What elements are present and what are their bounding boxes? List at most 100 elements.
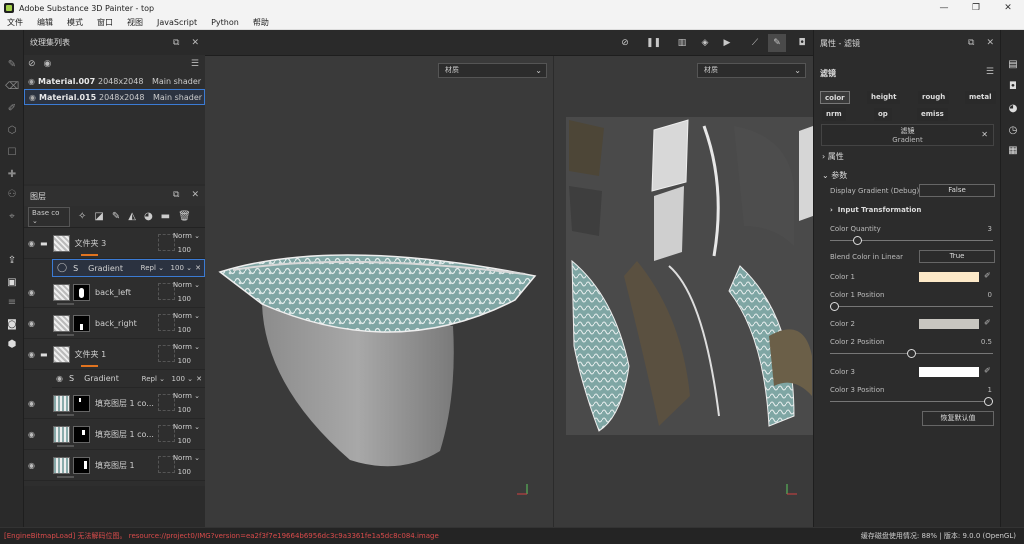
layer-row[interactable]: ◉ 填充图层 1 Norm ⌄ 100: [24, 450, 205, 481]
channel-chip-op[interactable]: op: [874, 108, 892, 121]
color2-eyedropper-icon[interactable]: ✐: [984, 318, 991, 327]
opacity-value[interactable]: 100: [178, 437, 191, 445]
channel-chip-rough[interactable]: rough: [918, 91, 950, 104]
log-icon[interactable]: ▦: [1006, 144, 1020, 158]
hide-icon[interactable]: ⊘: [618, 36, 632, 50]
color1-eyedropper-icon[interactable]: ✐: [984, 271, 991, 280]
3d-viewport[interactable]: 材质 ⌄: [205, 56, 553, 527]
channel-chip-color[interactable]: color: [820, 91, 850, 104]
filter-visibility-icon[interactable]: ◯: [57, 263, 67, 273]
eye-icon[interactable]: ◉: [28, 399, 35, 408]
geometry-fill-tool-icon[interactable]: ⬡: [5, 124, 19, 138]
channel-chip-emiss[interactable]: emiss: [917, 108, 948, 121]
remove-filter-icon[interactable]: ✕: [981, 130, 988, 139]
screenshot-camera-icon[interactable]: ◘: [795, 36, 809, 50]
texture-set-settings-icon[interactable]: ▤: [1006, 58, 1020, 72]
opacity-value[interactable]: 100: [178, 326, 191, 334]
color3-eyedropper-icon[interactable]: ✐: [984, 366, 991, 375]
filter-close-icon[interactable]: ✕: [195, 264, 201, 272]
color1-swatch[interactable]: [919, 272, 979, 282]
blend-linear-toggle[interactable]: True: [919, 250, 995, 263]
camera-video-icon[interactable]: ▶: [720, 36, 734, 50]
layer-row[interactable]: ◉ back_left Norm ⌄ 100: [24, 277, 205, 308]
color2-position-slider[interactable]: [830, 349, 993, 358]
display-gradient-toggle[interactable]: False: [919, 184, 995, 197]
color3-swatch[interactable]: [919, 367, 979, 377]
delete-layer-icon[interactable]: 🗑: [178, 211, 191, 222]
add-paint-layer-icon[interactable]: ✎: [112, 211, 120, 222]
pause-icon[interactable]: ❚❚: [646, 36, 661, 50]
smudge-tool-icon[interactable]: ☐: [5, 146, 19, 160]
menu-python[interactable]: Python: [204, 18, 246, 27]
display-settings-icon[interactable]: ◘: [1006, 80, 1020, 94]
input-transformation-section[interactable]: › Input Transformation: [830, 206, 921, 214]
add-fill-layer-icon[interactable]: ◭: [128, 211, 136, 222]
color2-position-slider-handle[interactable]: [907, 349, 916, 358]
color1-position-slider-handle[interactable]: [830, 302, 839, 311]
brush-settings-icon[interactable]: ⟋: [748, 36, 762, 50]
blend-mode[interactable]: Norm ⌄: [173, 281, 200, 289]
eye-icon[interactable]: ◉: [28, 319, 35, 328]
eye-icon[interactable]: ◉: [28, 77, 38, 86]
eye-icon[interactable]: ◉: [28, 430, 35, 439]
opacity-value[interactable]: 100: [178, 246, 191, 254]
menu-mode[interactable]: 模式: [60, 17, 90, 28]
channel-chip-metal[interactable]: metal: [965, 91, 996, 104]
add-folder-icon[interactable]: ▬: [161, 211, 170, 222]
menu-window[interactable]: 窗口: [90, 17, 120, 28]
paint-mode-icon[interactable]: ✎: [768, 34, 786, 52]
color1-position-slider[interactable]: [830, 302, 993, 311]
export-icon[interactable]: ⇪: [5, 254, 19, 268]
parameters-section[interactable]: ⌄ 参数: [822, 170, 847, 181]
close-panel-icon[interactable]: ✕: [191, 38, 199, 48]
history-icon[interactable]: ◷: [1006, 124, 1020, 138]
eye-icon[interactable]: ◉: [28, 288, 35, 297]
color-quantity-slider[interactable]: [830, 236, 993, 245]
display-settings-icon[interactable]: ◙: [5, 318, 19, 332]
menu-edit[interactable]: 编辑: [30, 17, 60, 28]
layer-row-folder[interactable]: ◉ ▬ 文件夹 1 Norm ⌄ 100: [24, 339, 205, 370]
float-panel-icon[interactable]: ⧉: [173, 38, 179, 48]
visibility-icon[interactable]: ◉: [44, 59, 52, 69]
layer-row[interactable]: ◉ 填充图层 1 co... Norm ⌄ 100: [24, 419, 205, 450]
filter-opacity[interactable]: 100 ⌄: [171, 264, 192, 272]
clone-tool-icon[interactable]: ✚: [5, 168, 19, 182]
attributes-section[interactable]: › 属性: [822, 151, 844, 162]
shelf-icon[interactable]: ⬢: [5, 338, 19, 352]
picker-tool-icon[interactable]: ⚇: [5, 188, 19, 202]
error-message[interactable]: [EngineBitmapLoad] 无法解码位图。 resource://pr…: [4, 528, 439, 544]
menu-help[interactable]: 帮助: [246, 17, 276, 28]
filter-close-icon[interactable]: ✕: [196, 375, 202, 383]
menu-view[interactable]: 视图: [120, 17, 150, 28]
color2-swatch[interactable]: [919, 319, 979, 329]
layer-row[interactable]: ◉ back_right Norm ⌄ 100: [24, 308, 205, 339]
reset-defaults-button[interactable]: 恢复默认值: [922, 411, 994, 426]
eye-icon[interactable]: ◉: [28, 239, 35, 248]
eye-icon[interactable]: ◉: [56, 374, 63, 383]
paint-brush-tool-icon[interactable]: ✎: [5, 58, 19, 72]
maximize-button[interactable]: ❐: [960, 0, 992, 16]
stack-icon[interactable]: ≡: [5, 296, 19, 310]
eye-icon[interactable]: ◉: [29, 93, 39, 102]
color3-position-slider-handle[interactable]: [984, 397, 993, 406]
opacity-value[interactable]: 100: [178, 357, 191, 365]
filter-row[interactable]: ◉ S Gradient Repl ⌄ 100 ⌄ ✕: [52, 370, 205, 388]
add-effect-icon[interactable]: ✧: [78, 211, 86, 222]
eye-icon[interactable]: ◉: [28, 350, 35, 359]
view-mode-icon[interactable]: ▥: [675, 36, 689, 50]
channel-dropdown[interactable]: Base co ⌄: [28, 206, 70, 227]
add-mask-icon[interactable]: ◪: [94, 211, 103, 222]
minimize-button[interactable]: —: [928, 0, 960, 16]
blend-mode[interactable]: Norm ⌄: [173, 343, 200, 351]
projection-tool-icon[interactable]: ✐: [5, 102, 19, 116]
filter-resource-slot[interactable]: 滤镜 Gradient ✕: [821, 124, 994, 146]
list-settings-icon[interactable]: ☰: [191, 59, 199, 69]
cube-icon[interactable]: ◈: [698, 36, 712, 50]
close-panel-icon[interactable]: ✕: [191, 190, 199, 200]
channel-chip-nrm[interactable]: nrm: [822, 108, 846, 121]
opacity-value[interactable]: 100: [178, 406, 191, 414]
layer-row[interactable]: ◉ 填充图层 1 co... Norm ⌄ 100: [24, 388, 205, 419]
2d-uv-viewport[interactable]: 材质 ⌄: [554, 56, 813, 527]
eye-icon[interactable]: ◉: [28, 461, 35, 470]
panel-menu-icon[interactable]: ☰: [986, 67, 994, 77]
